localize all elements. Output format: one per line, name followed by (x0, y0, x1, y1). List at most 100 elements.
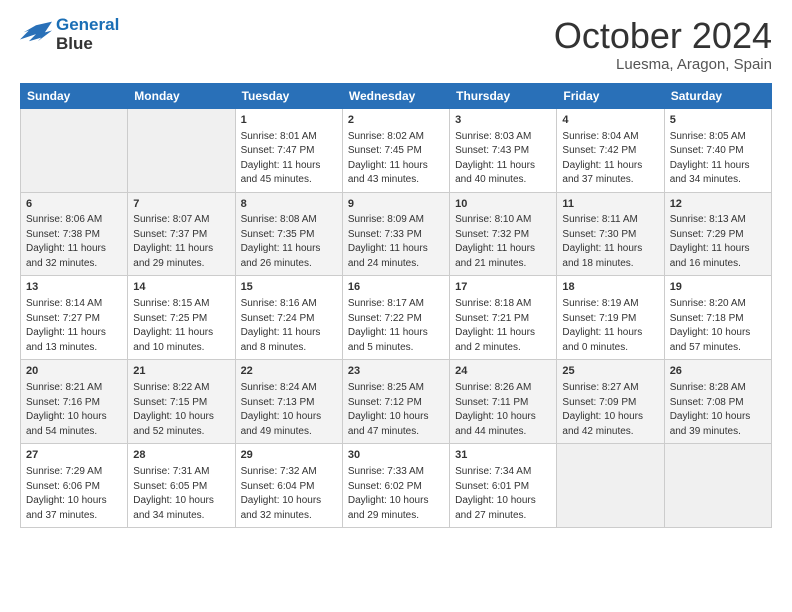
calendar-cell: 15 Sunrise: 8:16 AM Sunset: 7:24 PM Dayligh… (235, 276, 342, 360)
day-number: 21 (133, 364, 229, 380)
daylight-text: Daylight: 10 hours and 49 minutes. (241, 411, 322, 437)
day-number: 29 (241, 448, 337, 464)
calendar-header: SundayMondayTuesdayWednesdayThursdayFrid… (21, 83, 772, 108)
calendar-cell: 17Sunrise: 8:18 AMSunset: 7:21 PMDayligh… (450, 276, 557, 360)
sunset-text: Sunset: 7:47 PM (241, 145, 315, 156)
day-number: 27 (26, 448, 122, 464)
daylight-text: Daylight: 11 hours and 8 minutes. (241, 327, 321, 353)
sunset-text: Sunset: 7:30 PM (562, 229, 636, 240)
day-number: 10 (455, 197, 551, 213)
sunset-text: Sunset: 6:01 PM (455, 481, 529, 492)
sunset-text: Sunset: 7:08 PM (670, 397, 744, 408)
calendar-cell (557, 444, 664, 528)
sunset-text: Sunset: 7:37 PM (133, 229, 207, 240)
day-number: 15 (241, 280, 337, 296)
sunset-text: Sunset: 6:04 PM (241, 481, 315, 492)
daylight-text: Daylight: 11 hours and 29 minutes. (133, 243, 213, 269)
daylight-text: Daylight: 11 hours and 10 minutes. (133, 327, 213, 353)
calendar-week-1: 1 Sunrise: 8:01 AM Sunset: 7:47 PM Daylight… (21, 108, 772, 192)
day-number: 24 (455, 364, 551, 380)
sunrise-text: Sunrise: 8:16 AM (241, 298, 317, 309)
calendar-cell: 26Sunrise: 8:28 AMSunset: 7:08 PMDayligh… (664, 360, 771, 444)
sunset-text: Sunset: 7:19 PM (562, 313, 636, 324)
weekday-header-row: SundayMondayTuesdayWednesdayThursdayFrid… (21, 83, 772, 108)
sunrise-text: Sunrise: 8:25 AM (348, 382, 424, 393)
calendar-cell: 23Sunrise: 8:25 AMSunset: 7:12 PMDayligh… (342, 360, 449, 444)
daylight-text: Daylight: 10 hours and 54 minutes. (26, 411, 107, 437)
sunset-text: Sunset: 7:29 PM (670, 229, 744, 240)
calendar-cell: 11Sunrise: 8:11 AMSunset: 7:30 PMDayligh… (557, 192, 664, 276)
day-number: 17 (455, 280, 551, 296)
daylight-text: Daylight: 11 hours and 13 minutes. (26, 327, 106, 353)
day-number: 11 (562, 197, 658, 213)
month-title: October 2024 (554, 16, 772, 56)
title-block: October 2024 Luesma, Aragon, Spain (554, 16, 772, 73)
sunset-text: Sunset: 7:13 PM (241, 397, 315, 408)
calendar-cell: 10Sunrise: 8:10 AMSunset: 7:32 PMDayligh… (450, 192, 557, 276)
day-number: 1 (241, 113, 337, 129)
day-number: 26 (670, 364, 766, 380)
weekday-header-saturday: Saturday (664, 83, 771, 108)
sunset-text: Sunset: 7:12 PM (348, 397, 422, 408)
sunrise-text: Sunrise: 8:07 AM (133, 214, 209, 225)
calendar-cell: 8Sunrise: 8:08 AMSunset: 7:35 PMDaylight… (235, 192, 342, 276)
sunset-text: Sunset: 7:42 PM (562, 145, 636, 156)
sunrise-text: Sunrise: 7:33 AM (348, 466, 424, 477)
daylight-text: Daylight: 10 hours and 42 minutes. (562, 411, 643, 437)
calendar-week-3: 13Sunrise: 8:14 AMSunset: 7:27 PMDayligh… (21, 276, 772, 360)
sunrise-text: Sunrise: 8:09 AM (348, 214, 424, 225)
daylight-text: Daylight: 11 hours and 40 minutes. (455, 160, 535, 186)
calendar-cell: 4Sunrise: 8:04 AMSunset: 7:42 PMDaylight… (557, 108, 664, 192)
day-number: 18 (562, 280, 658, 296)
weekday-header-wednesday: Wednesday (342, 83, 449, 108)
day-number: 2 (348, 113, 444, 129)
sunset-text: Sunset: 7:38 PM (26, 229, 100, 240)
sunset-text: Sunset: 7:21 PM (455, 313, 529, 324)
daylight-text: Daylight: 10 hours and 29 minutes. (348, 495, 429, 521)
calendar-cell (128, 108, 235, 192)
sunrise-text: Sunrise: 8:01 AM (241, 131, 317, 142)
daylight-text: Daylight: 10 hours and 32 minutes. (241, 495, 322, 521)
sunset-text: Sunset: 7:24 PM (241, 313, 315, 324)
daylight-text: Daylight: 11 hours and 24 minutes. (348, 243, 428, 269)
calendar-cell: 31Sunrise: 7:34 AMSunset: 6:01 PMDayligh… (450, 444, 557, 528)
calendar-cell: 5Sunrise: 8:05 AMSunset: 7:40 PMDaylight… (664, 108, 771, 192)
sunset-text: Sunset: 7:35 PM (241, 229, 315, 240)
sunrise-text: Sunrise: 8:21 AM (26, 382, 102, 393)
daylight-text: Daylight: 11 hours and 43 minutes. (348, 160, 428, 186)
daylight-text: Daylight: 11 hours and 16 minutes. (670, 243, 750, 269)
sunrise-text: Sunrise: 8:22 AM (133, 382, 209, 393)
day-number: 8 (241, 197, 337, 213)
calendar-cell: 22Sunrise: 8:24 AMSunset: 7:13 PMDayligh… (235, 360, 342, 444)
day-number: 7 (133, 197, 229, 213)
day-number: 13 (26, 280, 122, 296)
calendar-cell: 2Sunrise: 8:02 AMSunset: 7:45 PMDaylight… (342, 108, 449, 192)
sunset-text: Sunset: 7:11 PM (455, 397, 528, 408)
daylight-text: Daylight: 11 hours and 45 minutes. (241, 160, 321, 186)
day-number: 3 (455, 113, 551, 129)
daylight-text: Daylight: 10 hours and 34 minutes. (133, 495, 214, 521)
day-number: 23 (348, 364, 444, 380)
day-number: 16 (348, 280, 444, 296)
day-number: 30 (348, 448, 444, 464)
daylight-text: Daylight: 10 hours and 44 minutes. (455, 411, 536, 437)
weekday-header-tuesday: Tuesday (235, 83, 342, 108)
sunrise-text: Sunrise: 8:08 AM (241, 214, 317, 225)
sunset-text: Sunset: 7:15 PM (133, 397, 207, 408)
day-number: 9 (348, 197, 444, 213)
calendar-cell: 12Sunrise: 8:13 AMSunset: 7:29 PMDayligh… (664, 192, 771, 276)
sunset-text: Sunset: 7:22 PM (348, 313, 422, 324)
daylight-text: Daylight: 10 hours and 39 minutes. (670, 411, 751, 437)
sunset-text: Sunset: 7:45 PM (348, 145, 422, 156)
day-number: 31 (455, 448, 551, 464)
calendar-cell: 14Sunrise: 8:15 AMSunset: 7:25 PMDayligh… (128, 276, 235, 360)
day-number: 5 (670, 113, 766, 129)
sunrise-text: Sunrise: 8:15 AM (133, 298, 209, 309)
calendar-table: SundayMondayTuesdayWednesdayThursdayFrid… (20, 83, 772, 529)
sunset-text: Sunset: 7:18 PM (670, 313, 744, 324)
header: General Blue October 2024 Luesma, Aragon… (20, 16, 772, 73)
calendar-cell: 29Sunrise: 7:32 AMSunset: 6:04 PMDayligh… (235, 444, 342, 528)
day-number: 12 (670, 197, 766, 213)
calendar-cell: 25Sunrise: 8:27 AMSunset: 7:09 PMDayligh… (557, 360, 664, 444)
sunrise-text: Sunrise: 8:26 AM (455, 382, 531, 393)
